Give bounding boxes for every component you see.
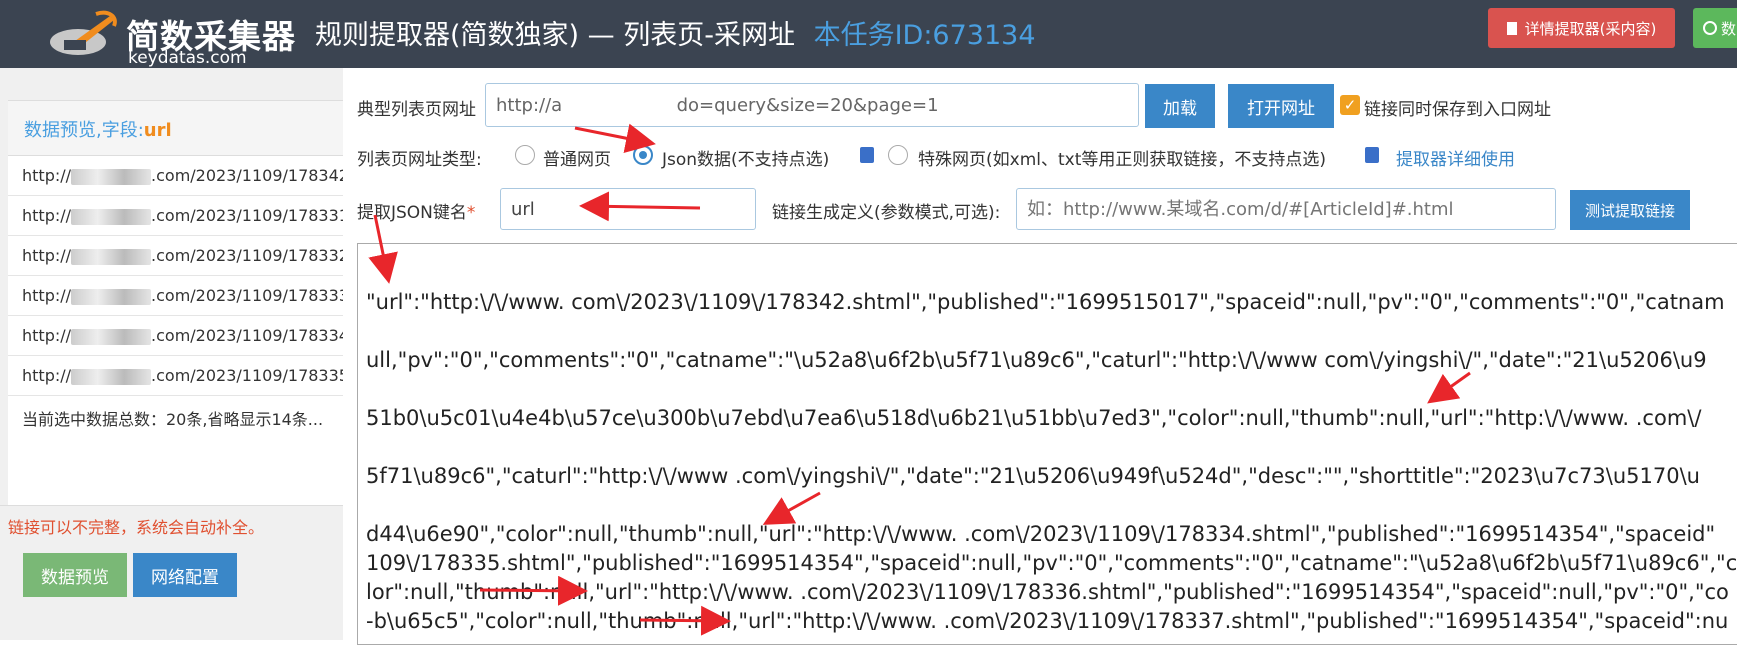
arrow-url-line-5 <box>762 491 821 525</box>
arrow-to-json-radio <box>574 123 656 154</box>
arrow-url-line-3 <box>1427 371 1471 404</box>
arrow-to-json-area <box>368 214 398 284</box>
arrow-url-line-8 <box>639 605 731 636</box>
arrow-url-line-7 <box>479 575 588 606</box>
annotation-arrows <box>368 123 1471 636</box>
arrow-to-json-key-input <box>579 191 701 222</box>
